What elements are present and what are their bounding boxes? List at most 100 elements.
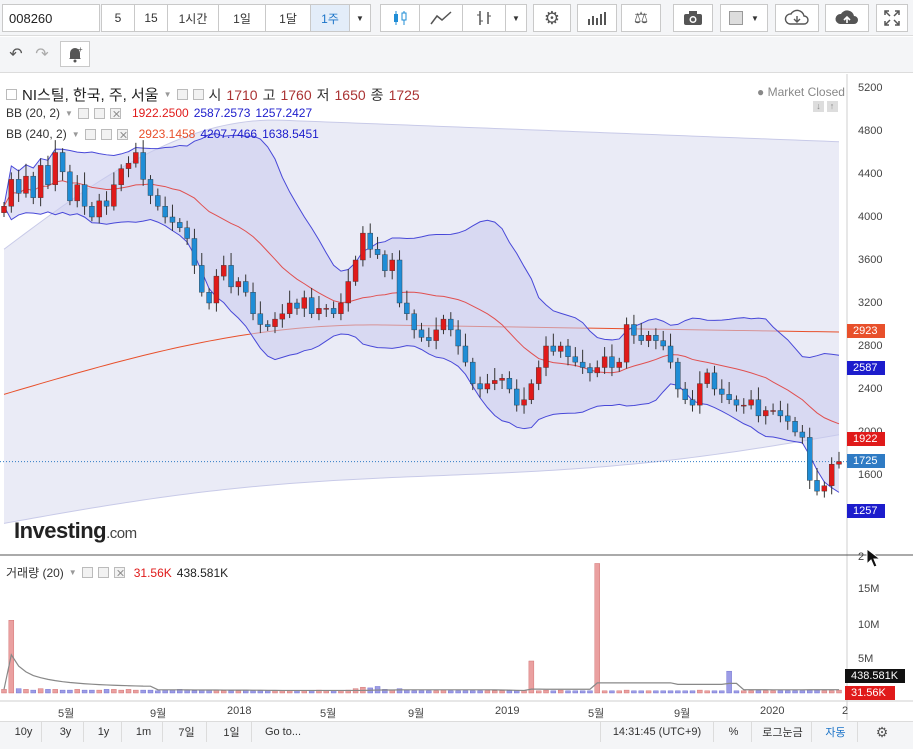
volume-bar: [492, 690, 498, 694]
save-layout-button[interactable]: [825, 4, 869, 32]
y-tick-partial: 2: [858, 551, 865, 563]
range-7d[interactable]: 7일: [167, 722, 207, 742]
volume-label: 거래량 (20): [6, 566, 64, 580]
alert-button[interactable]: +: [60, 41, 90, 67]
volume-bar: [74, 689, 80, 694]
candlestick-type-button[interactable]: [380, 4, 420, 32]
volume-bar: [279, 690, 286, 694]
interval-5[interactable]: 5: [101, 4, 135, 32]
candle-body: [550, 345, 557, 352]
candle-body: [785, 415, 791, 422]
chart-type-dropdown[interactable]: ▼: [505, 4, 527, 32]
mouse-cursor-icon: [866, 547, 882, 568]
compare-button[interactable]: ⚖: [621, 4, 661, 32]
redo-button[interactable]: ↷: [30, 41, 54, 67]
range-1m[interactable]: 1m: [125, 722, 163, 742]
volume-bar: [133, 689, 139, 694]
fullscreen-button[interactable]: [876, 4, 908, 32]
close-icon[interactable]: [109, 107, 121, 119]
x-tick: 9월: [674, 708, 691, 720]
line-chart-button[interactable]: [419, 4, 463, 32]
chart-settings-button[interactable]: ⚙: [862, 722, 902, 742]
clock: 14:31:45 (UTC+9): [600, 722, 714, 742]
range-3y[interactable]: 3y: [48, 722, 84, 742]
y-tick: 1600: [858, 469, 883, 481]
close-icon[interactable]: [116, 128, 128, 140]
bb20-legend: BB (20, 2) ▼ 1922.2500 2587.2573 1257.24…: [6, 106, 312, 120]
ohlc-close-label: 종: [370, 86, 384, 103]
volume-bar: [514, 690, 520, 694]
instrument-name: NI스틸, 한국, 주, 서울: [22, 87, 159, 104]
chevron-down-icon[interactable]: ▼: [164, 90, 172, 99]
interval-1w[interactable]: 1주: [310, 4, 350, 32]
volume-bar: [792, 690, 798, 694]
price-chart[interactable]: [0, 74, 913, 720]
eye-icon[interactable]: [81, 567, 93, 578]
arrow-up-icon[interactable]: ↑: [826, 101, 838, 112]
ohlc-bar-button[interactable]: [462, 4, 506, 32]
indicators-icon: [588, 12, 606, 25]
interval-1mo[interactable]: 1달: [265, 4, 311, 32]
candle-body: [52, 152, 58, 185]
range-10y[interactable]: 10y: [6, 722, 42, 742]
close-icon[interactable]: [113, 567, 125, 578]
indicators-button[interactable]: [577, 4, 617, 32]
candle-body: [506, 378, 513, 390]
chevron-down-icon[interactable]: ▼: [65, 109, 73, 118]
volume-bar: [125, 689, 132, 694]
screenshot-button[interactable]: [673, 4, 713, 32]
arrow-down-icon[interactable]: ↓: [813, 101, 824, 112]
auto-toggle[interactable]: 자동: [814, 722, 858, 742]
volume-bar: [67, 689, 73, 694]
candle-body: [74, 184, 80, 202]
candle-body: [23, 175, 29, 194]
load-layout-button[interactable]: [775, 4, 819, 32]
volume-tick: 5M: [858, 653, 874, 665]
range-1y[interactable]: 1y: [86, 722, 122, 742]
chevron-down-icon[interactable]: ▼: [72, 130, 80, 139]
candle-body: [147, 179, 154, 196]
volume-bar: [623, 689, 630, 694]
candle-body: [418, 329, 425, 338]
gear-icon[interactable]: [100, 128, 112, 140]
svg-text:+: +: [78, 45, 83, 54]
goto-button[interactable]: Go to...: [258, 722, 308, 742]
interval-1h[interactable]: 1시간: [167, 4, 219, 32]
candle-body: [719, 388, 725, 395]
candle-body: [726, 394, 732, 400]
collapse-checkbox[interactable]: [6, 89, 17, 100]
settings-button[interactable]: ⚙: [533, 4, 571, 32]
candle-body: [799, 431, 806, 438]
interval-15[interactable]: 15: [134, 4, 168, 32]
volume-bar: [741, 690, 747, 694]
candle-body: [243, 281, 249, 293]
candle-body: [8, 179, 15, 207]
log-toggle[interactable]: 로그눈금: [754, 722, 812, 742]
last-price-tag: 1725: [847, 454, 885, 468]
volume-bar: [462, 690, 469, 694]
undo-button[interactable]: ↶: [4, 41, 28, 67]
volume-bar: [733, 690, 740, 694]
eye-icon[interactable]: [77, 107, 89, 119]
color-picker-button[interactable]: ▼: [720, 4, 768, 32]
symbol-input[interactable]: 008260: [2, 4, 100, 32]
gear-icon[interactable]: [192, 89, 204, 100]
candle-body: [279, 313, 286, 320]
eye-icon[interactable]: [176, 89, 188, 100]
chevron-down-icon[interactable]: ▼: [69, 568, 77, 577]
interval-1d[interactable]: 1일: [218, 4, 266, 32]
percent-toggle[interactable]: %: [716, 722, 752, 742]
gear-icon[interactable]: [93, 107, 105, 119]
candle-body: [411, 313, 417, 331]
volume-bar: [426, 690, 432, 694]
volume-bar: [550, 690, 557, 694]
gear-icon[interactable]: [97, 567, 109, 578]
volume-bar: [191, 690, 198, 694]
volume-bar: [330, 690, 337, 694]
candle-body: [623, 324, 630, 363]
eye-icon[interactable]: [84, 128, 96, 140]
volume-bar: [748, 690, 754, 694]
candle-body: [272, 318, 278, 327]
interval-dropdown[interactable]: ▼: [349, 4, 371, 32]
range-1d[interactable]: 1일: [212, 722, 252, 742]
